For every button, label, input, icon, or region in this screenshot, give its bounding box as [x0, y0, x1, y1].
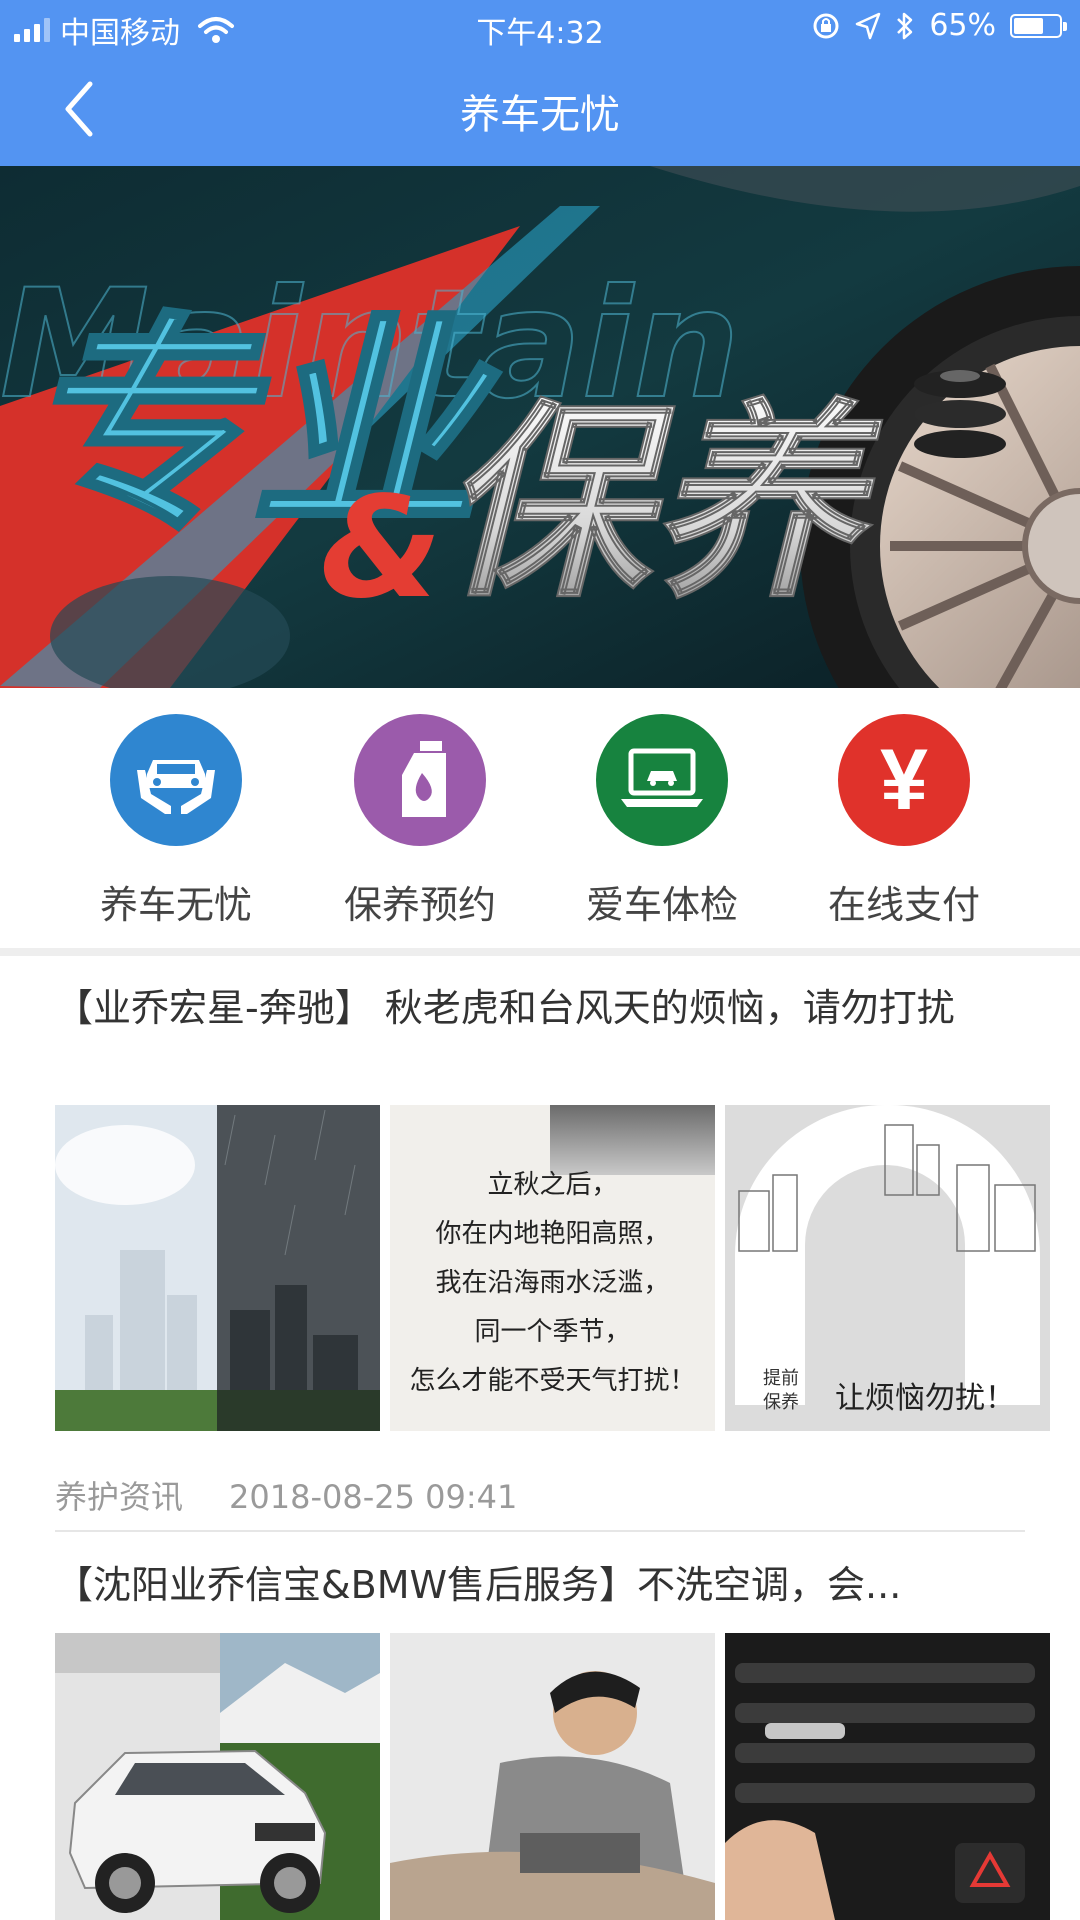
action-label: 在线支付 [827, 883, 980, 927]
article-thumbnail-suv [55, 1633, 380, 1920]
rotation-lock-icon [813, 13, 839, 38]
poem-line: 我在沿海雨水泛滥， [435, 1268, 670, 1298]
article-thumbnails[interactable] [55, 1633, 1050, 1920]
banner-ampersand: & [320, 467, 442, 630]
car-care-hands-icon [110, 714, 242, 846]
action-maintenance-booking[interactable]: 保养预约 [310, 714, 530, 929]
yuan-symbol: ¥ [880, 731, 928, 828]
article-thumbnail-air-vent [725, 1633, 1050, 1920]
location-arrow-icon [856, 12, 881, 39]
poem-line: 立秋之后， [487, 1170, 618, 1200]
thumb-small-text: 保养 [763, 1392, 799, 1413]
article-meta: 养护资讯 2018-08-25 09:41 [55, 1472, 563, 1518]
oil-bottle-icon [354, 714, 486, 846]
action-label: 爱车体检 [585, 883, 738, 927]
thumb-caption: 让烦恼勿扰！ [835, 1381, 1015, 1416]
action-label: 保养预约 [343, 883, 496, 927]
yuan-icon: ¥ [838, 714, 970, 846]
poem-line: 怎么才能不受天气打扰！ [409, 1366, 696, 1396]
banner-image: Maintain 专业 & 保养 [0, 166, 1080, 688]
action-online-payment[interactable]: ¥ 在线支付 [794, 714, 1014, 929]
battery-icon [1010, 13, 1067, 38]
battery-percent: 65% [929, 8, 996, 43]
article-date: 2018-08-25 09:41 [229, 1478, 518, 1516]
poem-line: 同一个季节， [474, 1317, 631, 1347]
article-thumbnails[interactable]: 立秋之后， 你在内地艳阳高照， 我在沿海雨水泛滥， 同一个季节， 怎么才能不受天… [55, 1105, 1050, 1431]
article-thumbnail-poem: 立秋之后， 你在内地艳阳高照， 我在沿海雨水泛滥， 同一个季节， 怎么才能不受天… [390, 1105, 715, 1431]
quick-actions: 养车无忧 保养预约 爱车体检 ¥ 在线支付 [0, 688, 1080, 948]
poem-line: 你在内地艳阳高照， [435, 1219, 670, 1249]
thumb-small-text: 提前 [763, 1368, 799, 1389]
promo-banner[interactable]: Maintain 专业 & 保养 [0, 166, 1080, 688]
bluetooth-icon [897, 12, 913, 39]
action-car-inspection[interactable]: 爱车体检 [552, 714, 772, 929]
article-thumbnail-mechanic [390, 1633, 715, 1920]
article-title[interactable]: 【业乔宏星-奔驰】 秋老虎和台风天的烦恼，请勿打扰 [55, 985, 1015, 1031]
banner-text-maintenance: 保养 [440, 381, 883, 626]
action-label: 养车无忧 [99, 883, 252, 927]
status-bar: 中国移动 下午4:32 65% [0, 0, 1080, 56]
top-bar: 中国移动 下午4:32 65% 养车无忧 [0, 0, 1080, 166]
section-divider [0, 948, 1080, 956]
article-title[interactable]: 【沈阳业乔信宝&BMW售后服务】不洗空调，会... [55, 1562, 1015, 1608]
action-car-care[interactable]: 养车无忧 [66, 714, 286, 929]
article-thumbnail-city: 提前 保养 让烦恼勿扰！ [725, 1105, 1050, 1431]
laptop-car-icon [596, 714, 728, 846]
article-divider [55, 1530, 1025, 1532]
article-thumbnail-weather [55, 1105, 380, 1431]
page-title: 养车无忧 [460, 92, 620, 138]
article-category: 养护资讯 [55, 1478, 184, 1516]
